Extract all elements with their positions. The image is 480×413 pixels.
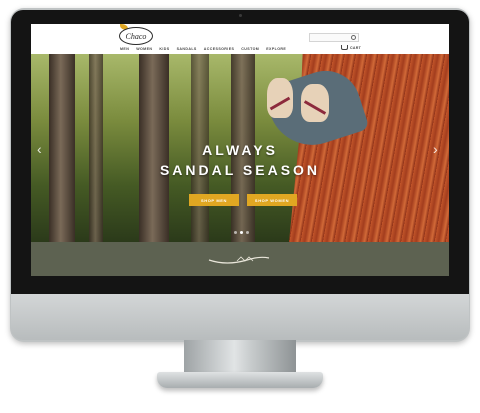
cart-icon [341,45,348,50]
main-nav: MEN WOMEN KIDS SANDALS ACCESSORIES CUSTO… [120,47,286,51]
cart-label: CART [350,45,362,50]
search-icon[interactable] [351,35,356,40]
nav-item-men[interactable]: MEN [120,47,129,51]
shop-women-button[interactable]: SHOP WOMEN [247,194,297,206]
chaco-logo[interactable]: Chaco [119,27,153,45]
slide-dot[interactable] [246,231,249,234]
slide-dot-active[interactable] [240,231,243,234]
search-input[interactable] [309,33,359,42]
nav-item-explore[interactable]: EXPLORE [266,47,286,51]
nav-item-custom[interactable]: CUSTOM [241,47,259,51]
nav-item-accessories[interactable]: ACCESSORIES [204,47,235,51]
website-screen: Chaco MEN WOMEN KIDS SANDALS ACCESSORIES… [31,24,449,276]
camera-icon [239,14,242,17]
brand-mark-icon [208,256,270,264]
imac-stand-foot [157,372,323,388]
imac-stand-neck [184,340,296,374]
cart-link[interactable]: CART [341,45,361,50]
hero-banner: ‹ › ALWAYS SANDAL SEASON SHOP MEN SHOP W… [31,54,449,242]
nav-item-sandals[interactable]: SANDALS [177,47,197,51]
slide-dot[interactable] [234,231,237,234]
hero-title-line-2: SANDAL SEASON [159,162,321,178]
imac-chin [11,294,469,340]
shop-men-button[interactable]: SHOP MEN [189,194,239,206]
nav-item-kids[interactable]: KIDS [159,47,169,51]
site-header: Chaco MEN WOMEN KIDS SANDALS ACCESSORIES… [31,24,449,54]
logo-text: Chaco [125,31,147,41]
hero-title-line-1: ALWAYS [202,142,278,158]
nav-item-women[interactable]: WOMEN [136,47,152,51]
slide-indicators [234,231,249,234]
footer-band [31,242,449,276]
